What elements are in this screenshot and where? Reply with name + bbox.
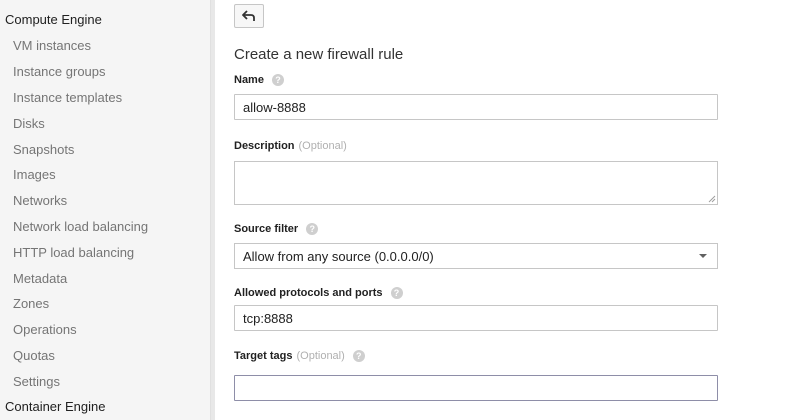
source-filter-label: Source filter ? [234,223,319,235]
target-tags-optional-hint: (Optional) [296,350,345,362]
sidebar-item-images[interactable]: Images [13,167,56,182]
page-title: Create a new firewall rule [234,46,404,63]
target-tags-label-text: Target tags [234,350,293,362]
protocols-label-text: Allowed protocols and ports [234,287,383,299]
source-filter-value: Allow from any source (0.0.0.0/0) [243,248,434,264]
sidebar-item-settings[interactable]: Settings [13,374,60,389]
protocols-input-value: tcp:8888 [243,310,293,326]
back-arrow-icon [242,10,255,21]
help-icon[interactable]: ? [271,74,284,86]
sidebar-item-disks[interactable]: Disks [13,116,45,131]
target-tags-label: Target tags (Optional) ? [234,350,365,362]
sidebar-item-network-load-balancing[interactable]: Network load balancing [13,219,148,234]
back-button[interactable] [234,4,264,28]
name-label: Name ? [234,74,284,86]
sidebar-item-instance-templates[interactable]: Instance templates [13,90,122,105]
name-label-text: Name [234,74,264,86]
description-textarea[interactable] [234,161,718,205]
source-filter-label-text: Source filter [234,223,299,235]
resize-grip-icon[interactable] [708,195,716,203]
sidebar-section-container-engine[interactable]: Container Engine [5,399,105,414]
sidebar-item-instance-groups[interactable]: Instance groups [13,64,106,79]
sidebar-section-compute-engine[interactable]: Compute Engine [5,12,102,27]
chevron-down-icon [699,254,707,258]
sidebar: Compute Engine VM instances Instance gro… [0,0,210,420]
sidebar-item-snapshots[interactable]: Snapshots [13,142,74,157]
description-label-text: Description [234,140,295,152]
description-optional-hint: (Optional) [298,140,347,152]
protocols-label: Allowed protocols and ports ? [234,287,403,299]
sidebar-item-partial [5,0,9,4]
target-tags-input[interactable] [234,375,718,401]
sidebar-item-quotas[interactable]: Quotas [13,348,55,363]
name-input-value: allow-8888 [243,99,306,115]
sidebar-item-networks[interactable]: Networks [13,193,67,208]
sidebar-item-metadata[interactable]: Metadata [13,271,67,286]
sidebar-item-http-load-balancing[interactable]: HTTP load balancing [13,245,134,260]
sidebar-item-zones[interactable]: Zones [13,296,49,311]
sidebar-item-operations[interactable]: Operations [13,322,77,337]
description-label: Description (Optional) [234,140,347,152]
help-icon[interactable]: ? [390,287,403,299]
firewall-rule-form: Create a new firewall rule Name ? allow-… [214,0,796,420]
help-icon[interactable]: ? [306,223,319,235]
help-icon[interactable]: ? [352,350,365,362]
protocols-input[interactable]: tcp:8888 [234,305,718,331]
source-filter-select[interactable]: Allow from any source (0.0.0.0/0) [234,243,718,269]
sidebar-item-vm-instances[interactable]: VM instances [13,38,91,53]
name-input[interactable]: allow-8888 [234,94,718,120]
